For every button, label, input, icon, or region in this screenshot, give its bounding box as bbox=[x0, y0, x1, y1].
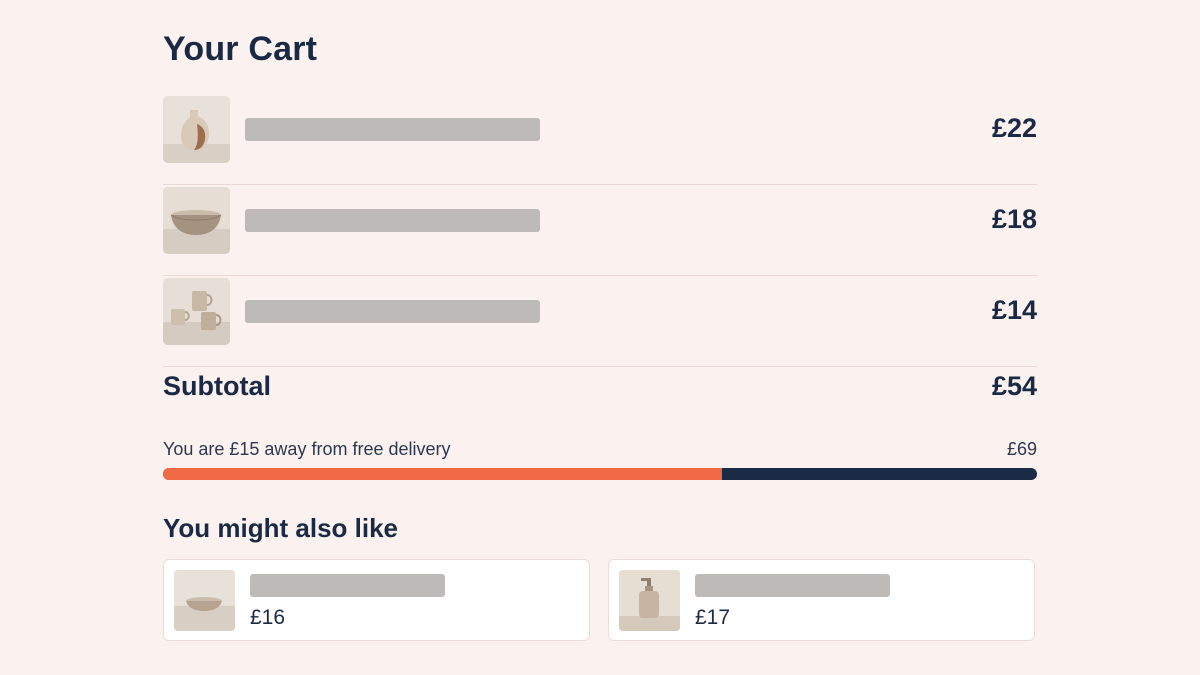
free-delivery-threshold: £69 bbox=[1006, 439, 1037, 459]
vase-image[interactable] bbox=[163, 96, 230, 163]
page-title: Your Cart bbox=[163, 30, 318, 68]
recommendation-card[interactable]: £17 bbox=[608, 559, 1035, 641]
recommendation-card[interactable]: £16 bbox=[163, 559, 590, 641]
cart-item[interactable]: £14 bbox=[163, 276, 1037, 367]
recommendations-title: You might also like bbox=[163, 513, 399, 543]
bowl-image[interactable] bbox=[163, 187, 230, 254]
dish-image[interactable] bbox=[174, 570, 235, 631]
product-name-placeholder bbox=[245, 118, 540, 141]
soap-dispenser-image[interactable] bbox=[619, 570, 680, 631]
cart-items-list: £22 £18 £14 bbox=[163, 94, 1037, 367]
recommendation-price: £16 bbox=[250, 606, 286, 629]
subtotal-row: Subtotal £54 bbox=[163, 371, 1037, 407]
free-delivery-message: You are £15 away from free delivery bbox=[163, 439, 451, 459]
free-delivery-progress-fill bbox=[163, 468, 723, 480]
subtotal-label: Subtotal bbox=[163, 371, 271, 401]
recommendation-price: £17 bbox=[695, 606, 731, 629]
product-name-placeholder bbox=[695, 574, 890, 597]
product-name-placeholder bbox=[250, 574, 445, 597]
cart-item[interactable]: £18 bbox=[163, 185, 1037, 276]
cart-page: Your Cart £22 £18 £14 Subtotal £54 You a… bbox=[0, 0, 1200, 675]
item-price: £14 bbox=[991, 295, 1037, 325]
product-name-placeholder bbox=[245, 300, 540, 323]
mugs-image[interactable] bbox=[163, 278, 230, 345]
item-price: £22 bbox=[991, 113, 1037, 143]
free-delivery-progress-bar bbox=[163, 468, 1037, 480]
product-name-placeholder bbox=[245, 209, 540, 232]
item-price: £18 bbox=[991, 204, 1037, 234]
cart-item[interactable]: £22 bbox=[163, 94, 1037, 185]
subtotal-value: £54 bbox=[991, 371, 1037, 401]
